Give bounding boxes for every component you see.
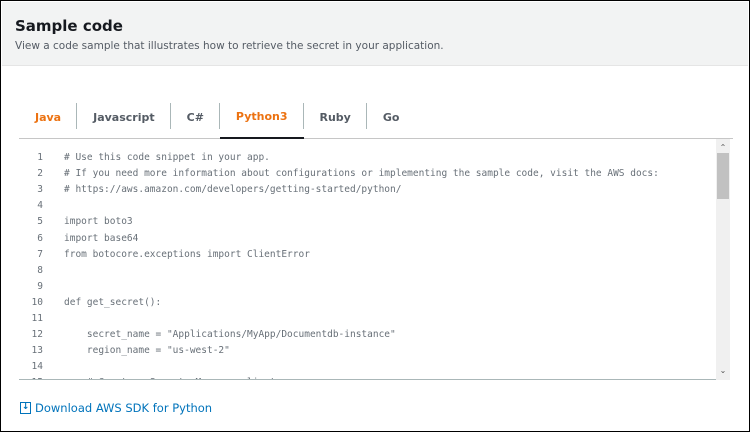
code-text: def get_secret(): bbox=[64, 296, 162, 308]
line-number: 7 bbox=[37, 248, 43, 260]
line-number: 6 bbox=[37, 232, 43, 244]
line-number: 15 bbox=[19, 375, 43, 379]
code-text: secret_name = "Applications/MyApp/Docume… bbox=[64, 329, 396, 341]
code-line: 3 # https://aws.amazon.com/developers/get… bbox=[19, 182, 401, 198]
line-number: 10 bbox=[31, 296, 43, 308]
line-number: 3 bbox=[37, 184, 43, 196]
download-sdk-link[interactable]: ↓ Download AWS SDK for Python bbox=[20, 401, 212, 415]
code-line: 11 bbox=[19, 311, 64, 327]
line-number: 5 bbox=[37, 216, 43, 228]
language-tabs: Java Javascript C# Python3 Ruby Go bbox=[19, 96, 733, 139]
code-text: import boto3 bbox=[64, 216, 133, 228]
code-editor[interactable]: 1 # Use this code snippet in your app. 2 # … bbox=[19, 139, 730, 380]
code-line: 12 secret_name = "Applications/MyApp/Doc… bbox=[19, 327, 396, 343]
code-line: 15 # Create a Secrets Manager client bbox=[19, 375, 276, 379]
code-line: 5 import boto3 bbox=[19, 214, 133, 230]
tab-java[interactable]: Java bbox=[19, 96, 78, 138]
line-number: 12 bbox=[31, 329, 43, 341]
code-text: # If you need more information about con… bbox=[64, 168, 659, 180]
tab-csharp[interactable]: C# bbox=[171, 96, 221, 138]
page-subtitle: View a code sample that illustrates how … bbox=[15, 40, 444, 52]
code-line: 8 bbox=[19, 263, 64, 279]
scrollbar-thumb[interactable] bbox=[717, 153, 729, 199]
panel-header: Sample code View a code sample that illu… bbox=[2, 2, 748, 66]
code-line: 7 from botocore.exceptions import ClientE… bbox=[19, 247, 310, 263]
tab-ruby[interactable]: Ruby bbox=[304, 96, 368, 138]
code-text: import base64 bbox=[64, 232, 139, 244]
code-text: from botocore.exceptions import ClientEr… bbox=[64, 248, 310, 260]
code-text: region_name = "us-west-2" bbox=[64, 345, 230, 357]
code-line: 2 # If you need more information about co… bbox=[19, 166, 659, 182]
line-number: 2 bbox=[37, 168, 43, 180]
code-line: 14 bbox=[19, 359, 64, 375]
code-text: # https://aws.amazon.com/developers/gett… bbox=[64, 184, 402, 196]
line-number: 4 bbox=[37, 200, 43, 212]
tab-go[interactable]: Go bbox=[367, 96, 416, 138]
sample-code-panel: Sample code View a code sample that illu… bbox=[0, 0, 750, 432]
tab-python3[interactable]: Python3 bbox=[219, 96, 304, 139]
code-text: # Use this code snippet in your app. bbox=[64, 152, 270, 163]
line-number: 11 bbox=[31, 313, 43, 324]
code-line: 4 bbox=[19, 198, 64, 214]
code-line: 1 # Use this code snippet in your app. bbox=[19, 150, 270, 166]
line-number: 13 bbox=[31, 345, 43, 357]
code-line: 6 import base64 bbox=[19, 231, 138, 247]
scroll-down-icon[interactable]: ⌄ bbox=[716, 364, 730, 378]
line-number: 14 bbox=[31, 361, 43, 373]
download-icon: ↓ bbox=[20, 402, 31, 414]
code-line: 13 region_name = "us-west-2" bbox=[19, 343, 230, 359]
line-number: 1 bbox=[37, 152, 43, 163]
code-line: 10 def get_secret(): bbox=[19, 295, 162, 311]
line-number: 8 bbox=[37, 264, 43, 276]
line-number: 9 bbox=[37, 280, 43, 292]
download-sdk-label: Download AWS SDK for Python bbox=[35, 401, 213, 415]
tab-javascript[interactable]: Javascript bbox=[77, 96, 171, 138]
code-scrollbar[interactable]: ⌃ ⌄ bbox=[716, 139, 730, 380]
code-line: 9 bbox=[19, 279, 64, 295]
code-text: # Create a Secrets Manager client bbox=[64, 377, 276, 379]
page-title: Sample code bbox=[15, 17, 123, 35]
